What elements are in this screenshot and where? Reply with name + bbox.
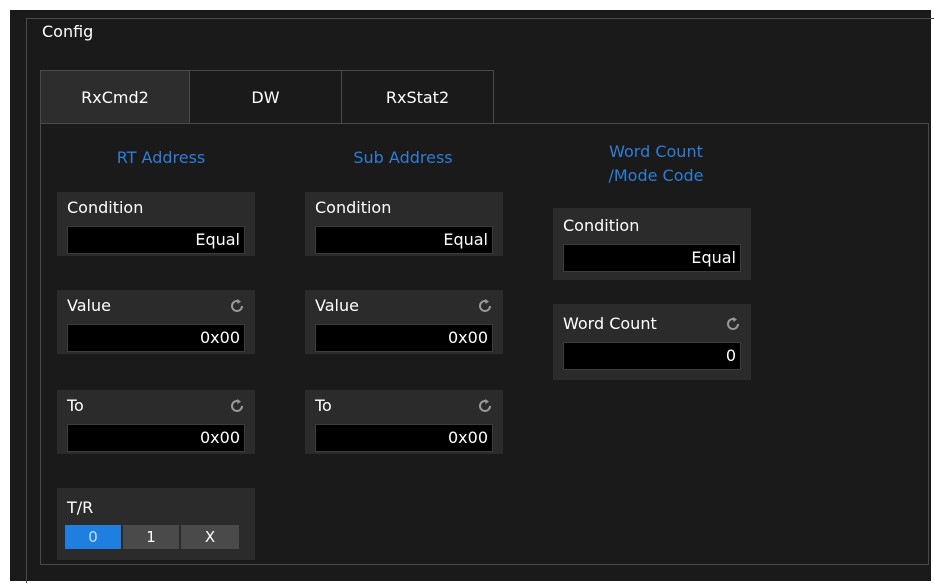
tr-label: T/R [67,498,94,517]
rt-to-label: To [67,396,84,415]
tr-option-1[interactable]: 1 [123,525,181,549]
tab-bar: RxCmd2 DW RxStat2 [40,70,494,124]
tab-rxstat2[interactable]: RxStat2 [341,70,494,123]
reset-icon[interactable] [229,298,245,314]
rt-condition-label: Condition [67,198,144,217]
rt-to-field: To 0x00 [57,390,255,454]
tab-content: RT Address Condition Equal Value 0x00 To… [40,123,929,565]
reset-icon[interactable] [477,398,493,414]
reset-icon[interactable] [229,398,245,414]
rt-to-input[interactable]: 0x00 [67,424,245,452]
reset-icon[interactable] [477,298,493,314]
wc-condition-field: Condition Equal [553,208,751,280]
sub-to-label: To [315,396,332,415]
wc-condition-label: Condition [563,216,640,235]
reset-icon[interactable] [725,316,741,332]
word-count-field: Word Count 0 [553,304,751,380]
rt-value-input[interactable]: 0x00 [67,324,245,352]
rt-condition-field: Condition Equal [57,192,255,256]
sub-to-input[interactable]: 0x00 [315,424,493,452]
tr-option-0[interactable]: 0 [65,525,123,549]
rt-condition-select[interactable]: Equal [67,226,245,254]
word-count-title-line1: Word Count [609,142,703,161]
rt-value-label: Value [67,296,111,315]
rt-address-title: RT Address [116,148,206,167]
rt-value-field: Value 0x00 [57,290,255,354]
sub-to-field: To 0x00 [305,390,503,454]
sub-value-input[interactable]: 0x00 [315,324,493,352]
wc-condition-select[interactable]: Equal [563,244,741,272]
word-count-input[interactable]: 0 [563,342,741,370]
tr-option-x[interactable]: X [181,525,239,549]
sub-value-label: Value [315,296,359,315]
tr-field: T/R 0 1 X [57,488,255,560]
sub-condition-select[interactable]: Equal [315,226,493,254]
sub-address-title: Sub Address [353,148,453,167]
word-count-label: Word Count [563,314,657,333]
sub-value-field: Value 0x00 [305,290,503,354]
tr-segmented-control: 0 1 X [65,525,239,549]
sub-condition-label: Condition [315,198,392,217]
word-count-title: Word Count /Mode Code [551,140,761,188]
tab-dw[interactable]: DW [189,70,342,123]
config-panel: Config RxCmd2 DW RxStat2 RT Address Cond… [10,10,934,583]
tab-rxcmd2[interactable]: RxCmd2 [40,70,190,123]
config-group-title: Config [38,22,98,41]
sub-condition-field: Condition Equal [305,192,503,256]
word-count-title-line2: /Mode Code [608,166,704,185]
